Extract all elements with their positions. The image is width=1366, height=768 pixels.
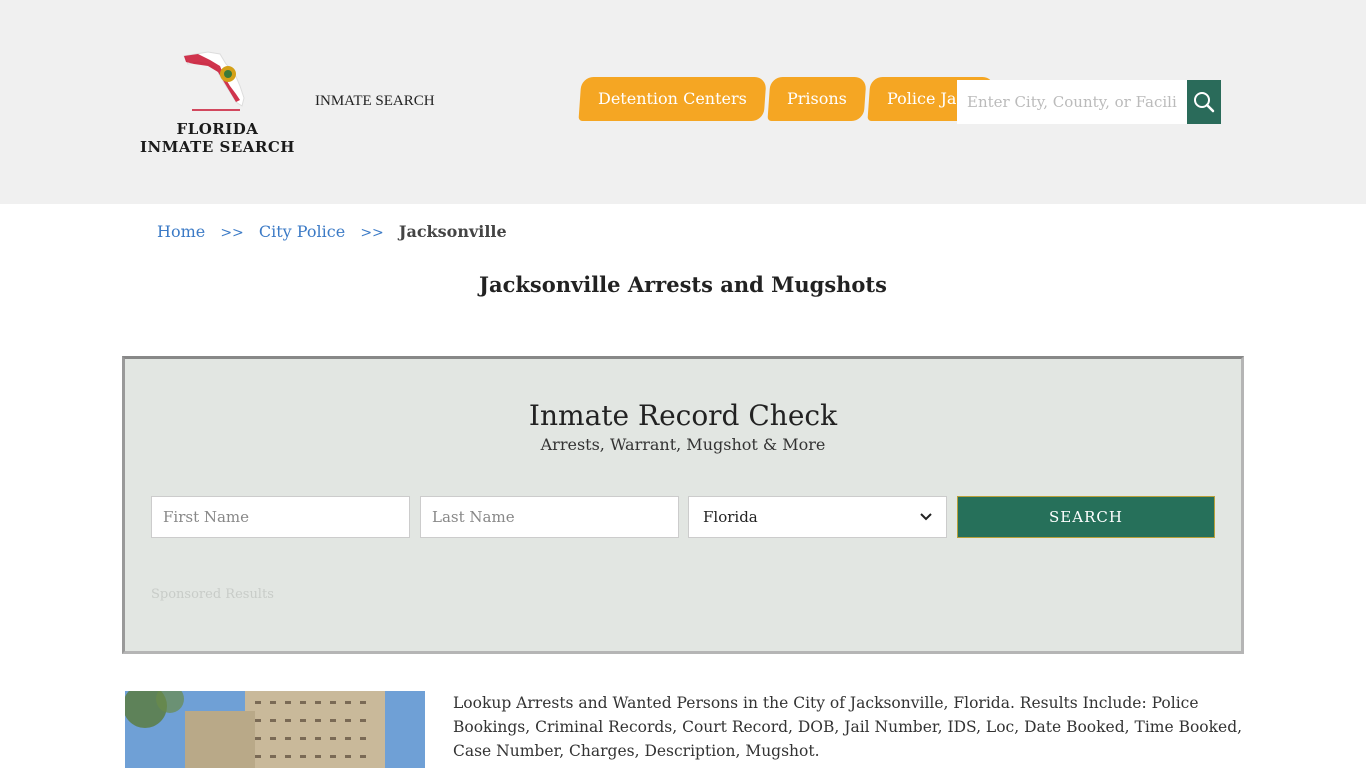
florida-map-icon [183, 51, 245, 111]
site-name-link[interactable]: INMATE SEARCH [315, 93, 435, 110]
record-search-button[interactable]: SEARCH [957, 496, 1215, 538]
facility-search-button[interactable] [1187, 80, 1221, 124]
breadcrumb-current: Jacksonville [398, 222, 507, 241]
breadcrumb-separator: >> [360, 225, 384, 241]
last-name-input[interactable] [420, 496, 679, 538]
nav-tab-label: Detention Centers [598, 89, 747, 108]
breadcrumb-city-police[interactable]: City Police [259, 222, 345, 241]
chevron-down-icon [920, 513, 932, 521]
facility-search-input[interactable] [957, 80, 1187, 124]
first-name-input[interactable] [151, 496, 410, 538]
nav-tab-label: Prisons [786, 89, 847, 108]
nav-tab-detention-centers[interactable]: Detention Centers [578, 77, 767, 121]
state-select[interactable]: Florida [688, 496, 947, 538]
sponsored-results-label: Sponsored Results [151, 587, 274, 602]
nav-tab-prisons[interactable]: Prisons [767, 77, 867, 121]
search-icon [1194, 92, 1215, 113]
inmate-record-check: Inmate Record Check Arrests, Warrant, Mu… [122, 356, 1244, 654]
breadcrumb-home[interactable]: Home [157, 222, 205, 241]
breadcrumb: Home >> City Police >> Jacksonville [157, 222, 507, 241]
logo-text-line1: FLORIDA [176, 120, 259, 138]
site-logo[interactable]: FLORIDA INMATE SEARCH [140, 40, 295, 160]
logo-text: FLORIDA INMATE SEARCH [140, 120, 295, 156]
page-title: Jacksonville Arrests and Mugshots [479, 272, 887, 297]
facility-search [957, 80, 1221, 124]
record-check-title: Inmate Record Check [528, 399, 838, 432]
breadcrumb-separator: >> [220, 225, 244, 241]
state-select-value: Florida [703, 508, 758, 526]
logo-text-line2: INMATE SEARCH [140, 138, 295, 156]
jail-building-photo [125, 691, 425, 768]
record-check-subtitle: Arrests, Warrant, Mugshot & More [540, 435, 826, 454]
site-header: FLORIDA INMATE SEARCH INMATE SEARCH Dete… [0, 0, 1366, 204]
main-nav: Detention Centers Prisons Police Jails [578, 77, 995, 121]
city-description: Lookup Arrests and Wanted Persons in the… [453, 694, 1243, 760]
